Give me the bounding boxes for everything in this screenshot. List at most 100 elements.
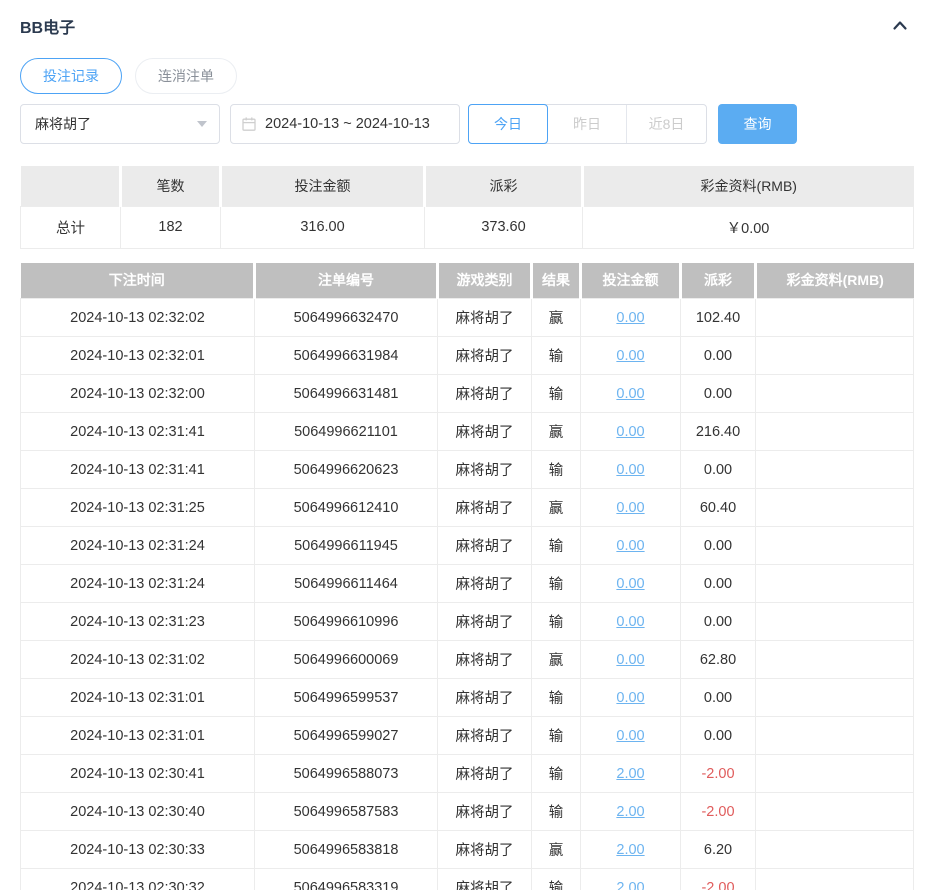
quick-date-group: 今日 昨日 近8日: [468, 104, 707, 144]
chevron-down-icon: [197, 121, 207, 127]
jackpot-cell: [755, 564, 914, 603]
result-cell: 赢: [531, 412, 581, 451]
bet-time-cell: 2024-10-13 02:31:24: [20, 526, 255, 565]
jackpot-cell: [755, 716, 914, 755]
jackpot-cell: [755, 602, 914, 641]
bet-amount-link[interactable]: 2.00: [616, 880, 644, 890]
records-table: 下注时间 注单编号 游戏类别 结果 投注金额 派彩 彩金资料(RMB) 2024…: [20, 262, 914, 890]
game-type-cell: 麻将胡了: [437, 868, 532, 890]
table-row: 2024-10-13 02:31:01 5064996599537 麻将胡了 输…: [20, 678, 914, 717]
panel-bb-dianzi: BB电子 投注记录 连消注单 麻将胡了 2024-10-13 ~ 2024-10…: [0, 0, 927, 890]
bet-amount-cell: 0.00: [580, 678, 681, 717]
table-row: 2024-10-13 02:32:01 5064996631984 麻将胡了 输…: [20, 336, 914, 375]
bet-time-cell: 2024-10-13 02:30:41: [20, 754, 255, 793]
game-type-cell: 麻将胡了: [437, 754, 532, 793]
bet-amount-cell: 0.00: [580, 374, 681, 413]
bet-amount-link[interactable]: 0.00: [616, 386, 644, 402]
tab-cancelled-orders[interactable]: 连消注单: [135, 58, 237, 94]
bet-amount-cell: 2.00: [580, 868, 681, 890]
result-cell: 输: [531, 792, 581, 831]
result-cell: 输: [531, 868, 581, 890]
collapse-button[interactable]: [891, 17, 913, 36]
result-cell: 输: [531, 678, 581, 717]
bet-id-cell: 5064996621101: [254, 412, 438, 451]
records-header-bet-amount: 投注金额: [580, 262, 682, 299]
bet-amount-cell: 2.00: [580, 792, 681, 831]
payout-cell: 0.00: [680, 526, 756, 565]
summary-header-blank: [20, 166, 122, 206]
game-type-cell: 麻将胡了: [437, 678, 532, 717]
bet-time-cell: 2024-10-13 02:31:24: [20, 564, 255, 603]
table-row: 2024-10-13 02:30:33 5064996583818 麻将胡了 赢…: [20, 830, 914, 869]
result-cell: 输: [531, 754, 581, 793]
bet-amount-link[interactable]: 0.00: [616, 576, 644, 592]
tab-bet-records[interactable]: 投注记录: [20, 58, 122, 94]
jackpot-cell: [755, 336, 914, 375]
tabs: 投注记录 连消注单: [20, 58, 913, 94]
result-cell: 输: [531, 526, 581, 565]
bet-amount-cell: 0.00: [580, 564, 681, 603]
records-header-payout: 派彩: [680, 262, 757, 299]
bet-amount-link[interactable]: 0.00: [616, 500, 644, 516]
bet-time-cell: 2024-10-13 02:32:00: [20, 374, 255, 413]
bet-time-cell: 2024-10-13 02:30:40: [20, 792, 255, 831]
bet-amount-link[interactable]: 0.00: [616, 728, 644, 744]
game-type-select[interactable]: 麻将胡了: [20, 104, 220, 144]
summary-table: 笔数 投注金额 派彩 彩金资料(RMB) 总计 182 316.00 373.6…: [20, 166, 914, 249]
today-button[interactable]: 今日: [468, 104, 548, 144]
jackpot-cell: [755, 754, 914, 793]
bet-amount-link[interactable]: 0.00: [616, 690, 644, 706]
jackpot-cell: [755, 374, 914, 413]
game-type-cell: 麻将胡了: [437, 564, 532, 603]
bet-time-cell: 2024-10-13 02:31:41: [20, 412, 255, 451]
game-type-cell: 麻将胡了: [437, 412, 532, 451]
summary-header-count: 笔数: [120, 166, 222, 206]
jackpot-cell: [755, 678, 914, 717]
bet-time-cell: 2024-10-13 02:32:01: [20, 336, 255, 375]
last-8-days-button[interactable]: 近8日: [627, 105, 706, 143]
jackpot-cell: [755, 830, 914, 869]
bet-amount-link[interactable]: 0.00: [616, 424, 644, 440]
game-type-cell: 麻将胡了: [437, 640, 532, 679]
bet-amount-link[interactable]: 0.00: [616, 614, 644, 630]
chevron-up-icon: [891, 17, 909, 36]
payout-cell: -2.00: [680, 754, 756, 793]
result-cell: 输: [531, 564, 581, 603]
game-type-cell: 麻将胡了: [437, 526, 532, 565]
table-row: 2024-10-13 02:31:02 5064996600069 麻将胡了 赢…: [20, 640, 914, 679]
bet-id-cell: 5064996620623: [254, 450, 438, 489]
bet-amount-link[interactable]: 0.00: [616, 538, 644, 554]
payout-cell: 60.40: [680, 488, 756, 527]
bet-time-cell: 2024-10-13 02:31:25: [20, 488, 255, 527]
payout-cell: 216.40: [680, 412, 756, 451]
bet-amount-link[interactable]: 0.00: [616, 348, 644, 364]
bet-amount-cell: 0.00: [580, 412, 681, 451]
bet-amount-link[interactable]: 0.00: [616, 652, 644, 668]
bet-time-cell: 2024-10-13 02:31:01: [20, 678, 255, 717]
summary-jackpot: ￥0.00: [582, 205, 914, 249]
bet-amount-link[interactable]: 2.00: [616, 766, 644, 782]
bet-amount-link[interactable]: 0.00: [616, 462, 644, 478]
jackpot-cell: [755, 412, 914, 451]
date-range-picker[interactable]: 2024-10-13 ~ 2024-10-13: [230, 104, 460, 144]
filter-bar: 麻将胡了 2024-10-13 ~ 2024-10-13 今日 昨日 近8日 查…: [20, 104, 913, 144]
game-type-cell: 麻将胡了: [437, 488, 532, 527]
payout-cell: 0.00: [680, 678, 756, 717]
bet-amount-link[interactable]: 2.00: [616, 842, 644, 858]
summary-header-jackpot: 彩金资料(RMB): [582, 166, 914, 206]
summary-total-label: 总计: [20, 205, 121, 249]
bet-id-cell: 5064996631984: [254, 336, 438, 375]
bet-id-cell: 5064996588073: [254, 754, 438, 793]
payout-cell: -2.00: [680, 868, 756, 890]
bet-amount-link[interactable]: 0.00: [616, 310, 644, 326]
summary-header-payout: 派彩: [424, 166, 584, 206]
summary-header-bet-amount: 投注金额: [220, 166, 426, 206]
payout-cell: 0.00: [680, 716, 756, 755]
table-row: 2024-10-13 02:30:32 5064996583319 麻将胡了 输…: [20, 868, 914, 890]
bet-time-cell: 2024-10-13 02:30:32: [20, 868, 255, 890]
result-cell: 输: [531, 716, 581, 755]
yesterday-button[interactable]: 昨日: [548, 105, 627, 143]
search-button[interactable]: 查询: [718, 104, 797, 144]
bet-amount-cell: 0.00: [580, 488, 681, 527]
bet-amount-link[interactable]: 2.00: [616, 804, 644, 820]
